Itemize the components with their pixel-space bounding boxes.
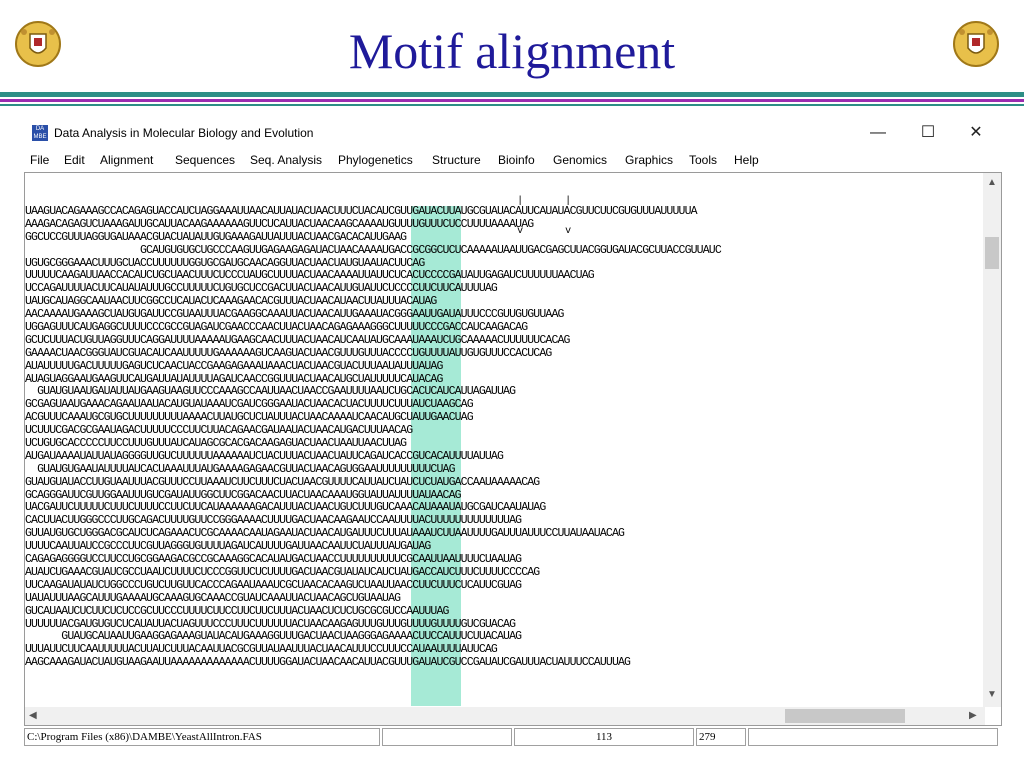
menu-bar: File Edit Alignment Sequences Seq. Analy… [24,150,1002,172]
status-file-path: C:\Program Files (x86)\DAMBE\YeastAllInt… [24,728,380,746]
menu-graphics[interactable]: Graphics [625,153,673,167]
slide-title: Motif alignment [348,23,676,79]
menu-seq-analysis[interactable]: Seq. Analysis [250,153,322,167]
maximize-button[interactable]: ☐ [908,122,948,144]
sequence-line: AUAUCUGAAACGUAUCGCCUAAUCUUUUCUCCCGGUUCUC… [25,565,540,579]
vertical-scroll-thumb[interactable] [985,237,999,269]
horizontal-scrollbar[interactable]: ◀ ▶ [25,707,985,725]
sequence-line: GAAAACUAACGGGUAUCGUACAUCAAUUUUUGAAAAAAGU… [25,346,552,360]
status-position: 279 [696,728,746,746]
status-empty-cell [748,728,998,746]
divider-line [0,99,1024,102]
menu-structure[interactable]: Structure [432,153,481,167]
menu-edit[interactable]: Edit [64,153,85,167]
sequence-list: UAAGUACAGAAAGCCACAGAGUACCAUCUAGGAAAUUAAC… [25,206,983,670]
title-bar: DA MBE Data Analysis in Molecular Biolog… [24,118,1002,148]
status-bar: C:\Program Files (x86)\DAMBE\YeastAllInt… [24,728,1002,748]
menu-genomics[interactable]: Genomics [553,153,607,167]
menu-bioinfo[interactable]: Bioinfo [498,153,535,167]
sequence-line: GUCAUAAUCUCUUCUCUCCGCUUCCCUUUUCUUCCUUCUU… [25,604,449,618]
window-title: Data Analysis in Molecular Biology and E… [54,126,314,140]
scroll-up-icon[interactable]: ▲ [987,177,997,188]
sequence-line: GCUCUUUACUGUUAGGUUUCAGGAUUUUAAAAAUGAAGCA… [25,333,570,347]
menu-phylogenetics[interactable]: Phylogenetics [338,153,413,167]
scroll-right-icon[interactable]: ▶ [969,710,977,721]
menu-file[interactable]: File [30,153,49,167]
sequence-line: UCUGUGCACCCCCUUCCUUUGUUUAUCAUAGCGCACGACA… [25,437,407,451]
sequence-line: UUCAAGAUAUAUCUGGCCCUGUCUUGUUCACCCAGAAUAA… [25,578,522,592]
sequence-line: GUAUGUAUACCUUGUAAUUUACGUUUCCUUAAAUCUUCUU… [25,475,540,489]
status-empty-cell [382,728,512,746]
menu-tools[interactable]: Tools [689,153,717,167]
sequence-line: AAAGACAGAGUCUAAAGAUUGCAUUACAAGAAAAAAGUUC… [25,217,534,231]
minimize-button[interactable]: — [858,122,898,144]
dambe-window: DA MBE Data Analysis in Molecular Biolog… [24,118,1002,750]
sequence-line: AUGAUAAAAUAUUAUAGGGGUUGUCUUUUUUAAAAAAUCU… [25,449,504,463]
menu-sequences[interactable]: Sequences [175,153,235,167]
sequence-line: UAUAUUUAAGCAUUUGAAAAUGCAAAGUGCAAACCGUAUC… [25,591,401,605]
sequence-line: AUAUUUUUGACUUUUUGAGUCUCAACUACCGAAGAGAAAU… [25,359,443,373]
sequence-line: AAGCAAAGAUACUAUGUAAGAAUUAAAAAAAAAAAAACUU… [25,656,631,670]
scroll-down-icon[interactable]: ▼ [987,689,997,700]
divider-line [0,92,1024,97]
sequence-line: GGCUCCGUUUAGGUGAUAAACGUACUAUAUUGUGAAAGAU… [25,230,407,244]
sequence-line: GCAUGUGUGCUGCCCAAGUUGAGAAGAGAUACUAACAAAA… [25,243,722,257]
horizontal-scroll-thumb[interactable] [785,709,905,723]
sequence-line: GUAUGUGAAUAUUUUAUCACUAAAUUUAUGAAAAGAGAAC… [25,462,455,476]
status-count: 113 [514,728,694,746]
vertical-scrollbar[interactable]: ▲ ▼ [983,173,1001,707]
sequence-line: UAAGUACAGAAAGCCACAGAGUACCAUCUAGGAAAUUAAC… [25,206,698,218]
sequence-line: UGGAGUUUCAUGAGGCUUUUCCCGCCGUAGAUCGAACCCA… [25,321,528,335]
divider-line [0,104,1024,106]
app-icon: DA MBE [32,125,48,141]
scroll-left-icon[interactable]: ◀ [29,710,37,721]
menu-help[interactable]: Help [734,153,759,167]
menu-alignment[interactable]: Alignment [100,153,153,167]
close-button[interactable]: ✕ [956,122,996,144]
sequence-line: CAGAGAGGGGUCCUUCCUGCGGAAGACGCCGCAAAGGCAC… [25,553,522,567]
sequence-text-area[interactable]: | | v v UAAGUACAGAAAGCCACAGAGUACCAUCUAGG… [24,172,1002,726]
